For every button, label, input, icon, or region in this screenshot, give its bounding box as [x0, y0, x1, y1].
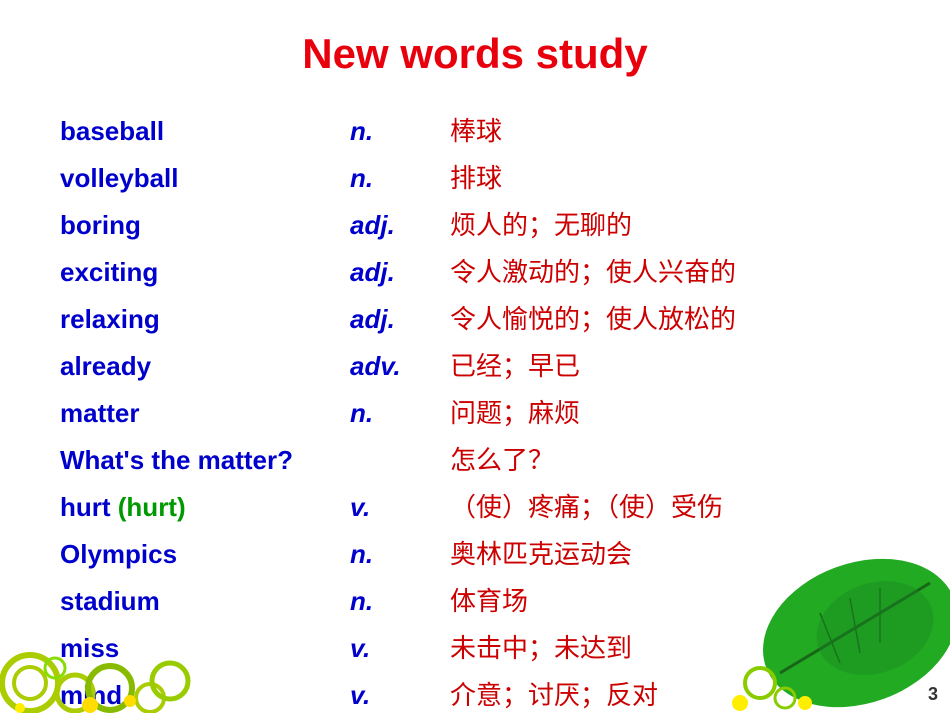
word-cell: What's the matter?	[60, 437, 350, 484]
table-row: mattern.问题；麻烦	[60, 390, 890, 437]
pos-cell: n.	[350, 155, 450, 202]
cn-cell: （使）疼痛；（使）受伤	[450, 484, 890, 531]
cn-cell: 排球	[450, 155, 890, 202]
page-title: New words study	[60, 30, 890, 78]
page-number: 3	[928, 684, 938, 705]
pos-cell: v.	[350, 625, 450, 672]
pos-cell: adj.	[350, 249, 450, 296]
word-cell: exciting	[60, 249, 350, 296]
pos-cell: n.	[350, 108, 450, 155]
cn-cell: 令人激动的；使人兴奋的	[450, 249, 890, 296]
word-cell: relaxing	[60, 296, 350, 343]
table-row: excitingadj.令人激动的；使人兴奋的	[60, 249, 890, 296]
table-row: relaxingadj.令人愉悦的；使人放松的	[60, 296, 890, 343]
pos-cell: v.	[350, 672, 450, 719]
table-row: hurt (hurt)v.（使）疼痛；（使）受伤	[60, 484, 890, 531]
pos-cell: n.	[350, 578, 450, 625]
word-cell: volleyball	[60, 155, 350, 202]
table-row: volleyballn.排球	[60, 155, 890, 202]
word-cell: matter	[60, 390, 350, 437]
cn-cell: 棒球	[450, 108, 890, 155]
pos-cell: adj.	[350, 296, 450, 343]
cn-cell: 问题；麻烦	[450, 390, 890, 437]
word-cell: already	[60, 343, 350, 390]
pos-cell: n.	[350, 390, 450, 437]
cn-cell: 令人愉悦的；使人放松的	[450, 296, 890, 343]
word-cell: hurt (hurt)	[60, 484, 350, 531]
table-row: baseballn.棒球	[60, 108, 890, 155]
table-row: alreadyadv.已经；早已	[60, 343, 890, 390]
pos-cell	[350, 437, 450, 484]
hurt-paren: (hurt)	[118, 492, 186, 522]
page: New words study baseballn.棒球volleyballn.…	[0, 0, 950, 713]
word-cell: Olympics	[60, 531, 350, 578]
cn-cell: 已经；早已	[450, 343, 890, 390]
cn-cell: 烦人的；无聊的	[450, 202, 890, 249]
pos-cell: adj.	[350, 202, 450, 249]
deco-leaf	[730, 553, 950, 713]
deco-circles	[0, 593, 200, 713]
pos-cell: adv.	[350, 343, 450, 390]
cn-cell: 怎么了？	[450, 437, 890, 484]
word-cell: baseball	[60, 108, 350, 155]
pos-cell: n.	[350, 531, 450, 578]
word-cell: boring	[60, 202, 350, 249]
table-row: What's the matter? 怎么了？	[60, 437, 890, 484]
table-row: boringadj.烦人的；无聊的	[60, 202, 890, 249]
pos-cell: v.	[350, 484, 450, 531]
